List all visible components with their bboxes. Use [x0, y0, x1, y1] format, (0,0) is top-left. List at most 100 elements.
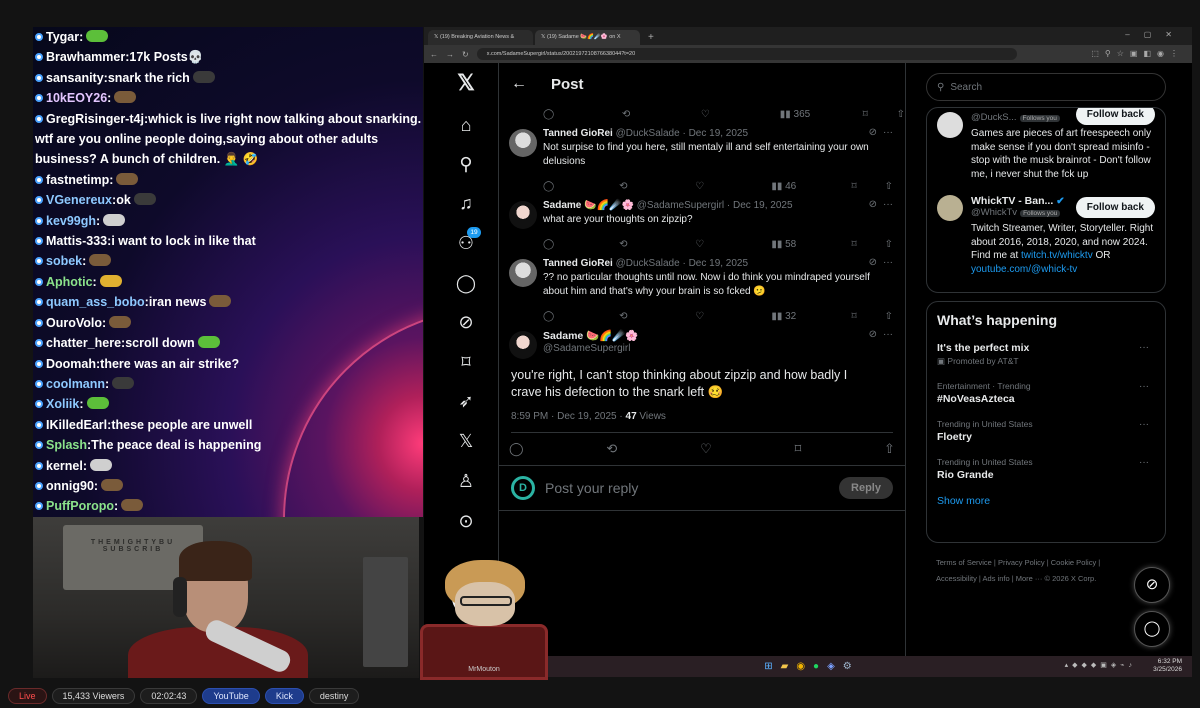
- chat-username[interactable]: Brawhammer: [46, 50, 125, 64]
- extension-icons[interactable]: ⬚⚲☆▣◧◉⋮: [1091, 49, 1184, 58]
- more-options-icon[interactable]: ···: [1139, 457, 1149, 468]
- more-options-icon[interactable]: ···: [1139, 419, 1149, 430]
- reply-author-handle[interactable]: @SadameSupergirl · Dec 19, 2025: [637, 200, 793, 211]
- views-stat[interactable]: ▮▮ 58: [771, 239, 847, 250]
- chat-username[interactable]: coolmann: [46, 377, 105, 391]
- new-tab-button[interactable]: +: [642, 30, 660, 45]
- avatar[interactable]: [509, 129, 537, 157]
- system-tray-icons[interactable]: ▴◆◆◆▣◈⌁♪: [1065, 661, 1136, 669]
- share-icon[interactable]: ⇧: [885, 311, 893, 322]
- repost-icon[interactable]: ⟲: [606, 441, 617, 457]
- rocket-icon[interactable]: ➶: [454, 389, 478, 413]
- x-logo-icon[interactable]: 𝕏: [454, 71, 478, 95]
- follow-icon[interactable]: ⚇: [454, 231, 478, 255]
- chat-username[interactable]: quam_ass_bobo: [46, 295, 145, 309]
- premium-x-icon[interactable]: 𝕏: [454, 429, 478, 453]
- chat-username[interactable]: Tygar: [46, 30, 79, 44]
- grok-icon[interactable]: ⊘: [869, 329, 877, 340]
- share-icon[interactable]: ⇧: [884, 441, 895, 457]
- chat-username[interactable]: OuroVolo: [46, 316, 102, 330]
- chat-username[interactable]: VGenereux: [46, 193, 112, 207]
- windows-start-icon[interactable]: ⊞: [764, 661, 772, 672]
- folder-icon[interactable]: ▰: [781, 661, 789, 672]
- avatar[interactable]: [509, 201, 537, 229]
- chrome-icon[interactable]: ◉: [796, 661, 805, 672]
- home-icon[interactable]: ⌂: [454, 113, 478, 137]
- footer-links[interactable]: Terms of Service | Privacy Policy | Cook…: [926, 555, 1166, 587]
- chat-username[interactable]: fastnetimp: [46, 173, 109, 187]
- chat-username[interactable]: GregRisinger-t4j: [46, 112, 144, 126]
- window-controls[interactable]: –▢✕: [1125, 30, 1186, 39]
- grok-icon[interactable]: ⊘: [869, 127, 877, 138]
- chat-username[interactable]: kev99gh: [46, 214, 96, 228]
- more-options-icon[interactable]: ···: [883, 329, 893, 340]
- reply-input[interactable]: Post your reply: [545, 480, 829, 496]
- trend-item[interactable]: It's the perfect mix ▣ Promoted by AT&T ··…: [937, 342, 1155, 367]
- chat-username[interactable]: IKilledEarl: [46, 418, 107, 432]
- trend-item[interactable]: Trending in United States Rio Grande ···: [937, 457, 1155, 481]
- repost-icon[interactable]: ⟲: [619, 311, 695, 322]
- bookmark-icon[interactable]: ⌑: [851, 311, 872, 322]
- youtube-badge[interactable]: YouTube: [202, 688, 260, 704]
- bookmark-icon[interactable]: ⌑: [863, 109, 885, 120]
- trend-item[interactable]: Trending in United States Floetry ···: [937, 419, 1155, 443]
- chat-username[interactable]: Doomah: [46, 357, 96, 371]
- avatar[interactable]: [937, 112, 963, 138]
- more-options-icon[interactable]: ···: [1139, 381, 1149, 392]
- steam-icon[interactable]: ⚙: [843, 661, 852, 672]
- avatar[interactable]: [509, 331, 537, 359]
- reload-icon[interactable]: ↻: [462, 50, 469, 59]
- back-arrow-icon[interactable]: ←: [511, 75, 527, 93]
- messages-float-icon[interactable]: ◯: [1134, 611, 1170, 647]
- post-author-name[interactable]: Sadame 🍉🌈☄️🌸: [543, 329, 638, 342]
- repost-icon[interactable]: ⟲: [619, 239, 695, 250]
- more-options-icon[interactable]: ···: [883, 257, 893, 268]
- like-icon[interactable]: ♡: [695, 239, 771, 250]
- like-icon[interactable]: ♡: [701, 109, 780, 120]
- chat-username[interactable]: Splash: [46, 438, 87, 452]
- avatar[interactable]: [937, 195, 963, 221]
- reply-author-handle[interactable]: @DuckSalade · Dec 19, 2025: [616, 258, 748, 269]
- forward-arrow-icon[interactable]: →: [446, 50, 454, 59]
- grok-icon[interactable]: ⊘: [869, 199, 877, 210]
- reply-icon[interactable]: ◯: [543, 181, 619, 192]
- twitch-link[interactable]: twitch.tv/whicktv: [1021, 250, 1093, 261]
- reply-author-name[interactable]: Tanned GioRei: [543, 258, 613, 269]
- bookmark-icon[interactable]: ⌑: [851, 239, 872, 250]
- kick-badge[interactable]: Kick: [264, 688, 304, 704]
- post-author-handle[interactable]: @SadameSupergirl: [543, 343, 630, 354]
- reply-icon[interactable]: ◯: [543, 311, 619, 322]
- share-icon[interactable]: ⇧: [885, 181, 893, 192]
- repost-icon[interactable]: ⟲: [619, 181, 695, 192]
- profile-icon[interactable]: ♙: [454, 469, 478, 493]
- chat-username[interactable]: Xoliik: [46, 397, 79, 411]
- reply-button[interactable]: Reply: [839, 477, 893, 499]
- tab-sadame-post[interactable]: 𝕏 (19) Sadame 🍉🌈☄️🌸 on X: [535, 30, 640, 45]
- reply-icon[interactable]: ◯: [543, 109, 622, 120]
- chat-username[interactable]: 10kEOY26: [46, 91, 107, 105]
- chat-username[interactable]: sansanity: [46, 71, 104, 85]
- spotify-icon[interactable]: ●: [813, 661, 819, 672]
- more-icon[interactable]: ⊙: [454, 509, 478, 533]
- back-arrow-icon[interactable]: ←: [430, 50, 438, 59]
- bookmarks-icon[interactable]: ⌑: [454, 350, 478, 374]
- suggested-user[interactable]: @DuckS... Follows you Follow back Games a…: [937, 108, 1155, 181]
- chat-username[interactable]: kernel: [46, 459, 83, 473]
- app-icon[interactable]: ◈: [827, 661, 835, 672]
- bookmark-icon[interactable]: ⌑: [795, 441, 802, 457]
- grok-icon[interactable]: ⊘: [454, 310, 478, 334]
- youtube-link[interactable]: youtube.com/@whick-tv: [971, 264, 1077, 275]
- grok-icon[interactable]: ⊘: [869, 257, 877, 268]
- chat-username[interactable]: Mattis-333: [46, 234, 107, 248]
- more-options-icon[interactable]: ···: [883, 127, 893, 138]
- reply-post[interactable]: Tanned GioRei @DuckSalade · Dec 19, 2025…: [499, 253, 905, 325]
- repost-icon[interactable]: ⟲: [622, 109, 701, 120]
- views-stat[interactable]: ▮▮ 46: [771, 181, 847, 192]
- reply-author-handle[interactable]: @DuckSalade · Dec 19, 2025: [616, 128, 748, 139]
- bookmark-icon[interactable]: ⌑: [851, 181, 872, 192]
- like-icon[interactable]: ♡: [695, 181, 771, 192]
- footer-line[interactable]: Terms of Service | Privacy Policy | Cook…: [936, 555, 1166, 571]
- chat-username[interactable]: PuffPoropo: [46, 499, 114, 513]
- footer-line[interactable]: Accessibility | Ads info | More ··· © 20…: [936, 571, 1166, 587]
- more-options-icon[interactable]: ···: [1139, 342, 1149, 353]
